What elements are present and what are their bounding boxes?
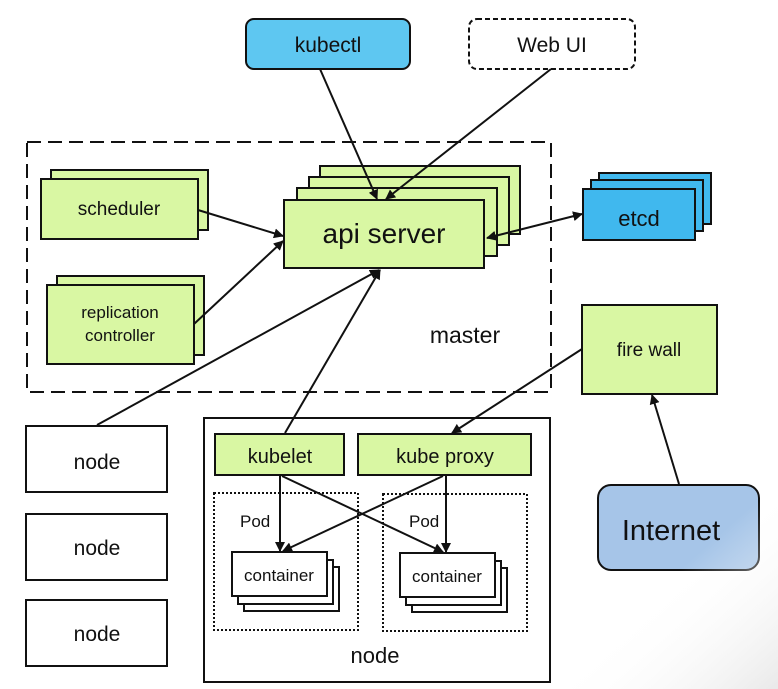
scheduler-label: scheduler	[78, 199, 161, 220]
container-label: container	[244, 566, 314, 585]
web-ui-label: Web UI	[517, 34, 587, 57]
master-label: master	[430, 322, 501, 348]
container-label: container	[412, 567, 482, 586]
kubernetes-architecture-diagram: kubectl Web UI master scheduler replicat…	[0, 0, 778, 689]
node-label: node	[74, 623, 121, 646]
node-box-3: node	[25, 599, 168, 667]
web-ui-box: Web UI	[468, 18, 636, 70]
firewall-box: fire wall	[581, 304, 718, 395]
arrow-replication-controller-to-api-server	[193, 240, 284, 325]
kubelet-box: kubelet	[214, 433, 345, 476]
firewall-label: fire wall	[617, 340, 681, 361]
arrow-scheduler-to-api-server	[197, 209, 284, 239]
container-stack: container	[399, 552, 508, 613]
internet-label: Internet	[622, 515, 720, 547]
pod-label: Pod	[240, 512, 270, 531]
etcd-label: etcd	[618, 206, 660, 231]
pod-label: Pod	[409, 512, 439, 531]
internet-box: Internet	[597, 484, 760, 571]
kubectl-box: kubectl	[245, 18, 411, 70]
etcd-box: etcd	[582, 172, 712, 241]
node-label: node	[74, 451, 121, 474]
kube-proxy-label: kube proxy	[396, 446, 494, 468]
replication-controller-box: replication controller	[46, 275, 205, 365]
replication-controller-label-line1: replication	[81, 303, 159, 322]
node-box-1: node	[25, 425, 168, 493]
node-label: node	[74, 537, 121, 560]
container-stack: container	[231, 551, 340, 612]
api-server-box: api server	[283, 165, 521, 269]
api-server-label: api server	[323, 218, 446, 249]
detailed-node-label: node	[351, 643, 400, 668]
kubectl-label: kubectl	[295, 34, 362, 57]
node-box-2: node	[25, 513, 168, 581]
replication-controller-label-line2: controller	[85, 326, 155, 345]
kube-proxy-box: kube proxy	[357, 433, 532, 476]
arrow-internet-to-firewall	[649, 394, 680, 485]
scheduler-box: scheduler	[40, 169, 209, 240]
kubelet-label: kubelet	[248, 446, 313, 468]
